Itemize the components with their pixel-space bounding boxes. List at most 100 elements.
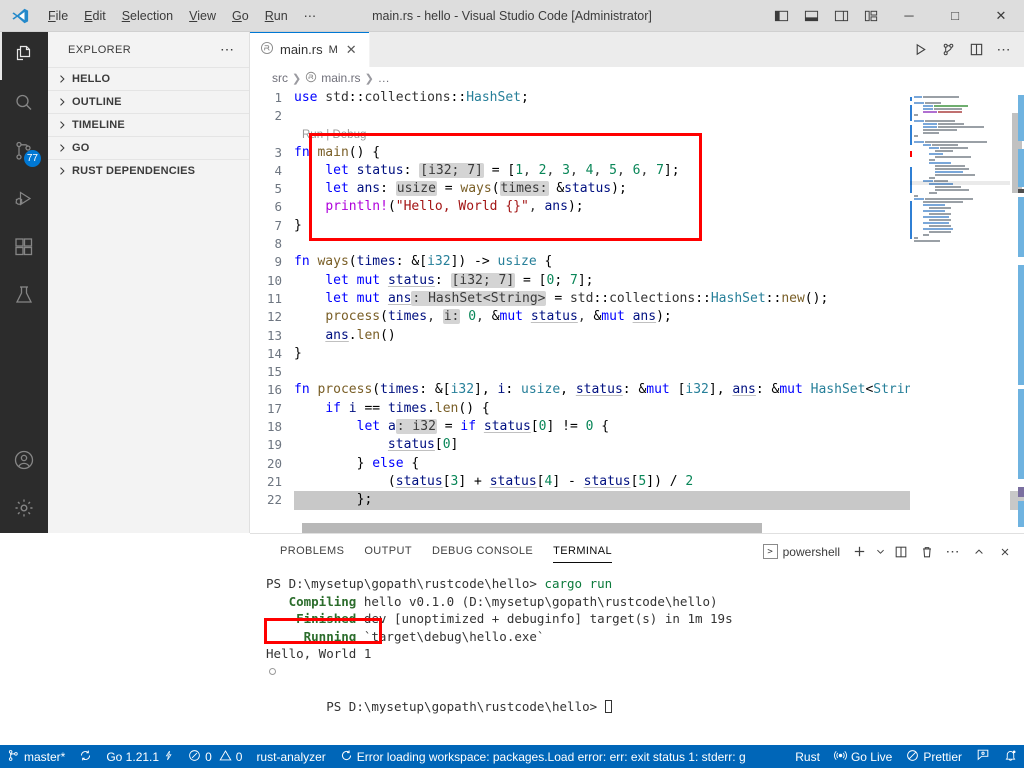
sidebar-item-outline[interactable]: OUTLINE: [48, 90, 249, 113]
play-icon[interactable]: [906, 32, 934, 67]
chevron-right-icon: [54, 94, 70, 110]
activity-item-source-control[interactable]: 77: [0, 128, 48, 176]
terminal-line: Running `target\debug\hello.exe`: [266, 628, 1024, 646]
tab-problems[interactable]: PROBLEMS: [270, 534, 354, 569]
sidebar-item-hello[interactable]: HELLO: [48, 67, 249, 90]
trash-icon[interactable]: [914, 534, 940, 569]
chevron-right-icon: [54, 71, 70, 87]
code-line: 2: [250, 107, 1024, 125]
status-rust-analyzer[interactable]: rust-analyzer: [249, 745, 332, 768]
line-number: 15: [266, 364, 282, 380]
status-workspace-error[interactable]: Error loading workspace: packages.Load e…: [333, 745, 753, 768]
activity-item-run-and-debug[interactable]: [0, 176, 48, 224]
sidebar-item-rust-dependencies[interactable]: RUST DEPENDENCIES: [48, 159, 249, 182]
window-minimize-button[interactable]: ─: [886, 0, 932, 32]
activity-item-explorer[interactable]: [0, 32, 48, 80]
terminal-line: PS D:\mysetup\gopath\rustcode\hello>: [266, 663, 1024, 714]
close-icon[interactable]: [992, 534, 1018, 569]
menu-view[interactable]: View: [181, 0, 224, 32]
code-editor[interactable]: 1 use std::collections::HashSet; 2 Run | …: [250, 89, 1024, 533]
breadcrumb-item-main-rs[interactable]: main.rs: [305, 71, 361, 86]
account-icon: [12, 448, 36, 475]
menu-selection[interactable]: Selection: [114, 0, 181, 32]
status-go-live[interactable]: Go Live: [827, 745, 899, 768]
terminal-cursor: [604, 699, 612, 713]
code-line: 5 let ans: usize = ways(times: &status);: [250, 180, 1024, 198]
menu-go[interactable]: Go: [224, 0, 257, 32]
title-bar-right: ─ □ ✕: [766, 0, 1024, 32]
tab-output[interactable]: OUTPUT: [354, 534, 422, 569]
toggle-secondary-sidebar-icon[interactable]: [826, 0, 856, 32]
overview-ruler: [1010, 89, 1024, 533]
ellipsis-icon[interactable]: ⋯: [990, 32, 1018, 67]
code-line: 18 let a: i32 = if status[0] != 0 {: [250, 418, 1024, 436]
status-go-version[interactable]: Go 1.21.1: [99, 745, 181, 768]
activity-item-extensions[interactable]: [0, 224, 48, 272]
menu-file[interactable]: File: [40, 0, 76, 32]
line-number: 18: [266, 419, 282, 435]
status-feedback[interactable]: [969, 745, 997, 768]
terminal-output-text: Hello, World 1: [266, 646, 372, 661]
status-problems[interactable]: 0 0: [181, 745, 249, 768]
terminal-selector[interactable]: > powershell: [759, 544, 846, 559]
debug-alt-icon[interactable]: [934, 32, 962, 67]
sidebar-item-go[interactable]: GO: [48, 136, 249, 159]
status-sync[interactable]: [72, 745, 99, 768]
code-line: 6 println!("Hello, World {}", ans);: [250, 198, 1024, 216]
activity-item-manage[interactable]: [0, 485, 48, 533]
minimap[interactable]: [910, 89, 1010, 533]
close-icon[interactable]: ✕: [344, 42, 359, 58]
split-icon[interactable]: [888, 534, 914, 569]
source-control-icon: [7, 749, 20, 765]
chevron-up-icon[interactable]: [966, 534, 992, 569]
line-number: 12: [266, 309, 282, 325]
sidebar-item-timeline[interactable]: TIMELINE: [48, 113, 249, 136]
activity-item-accounts[interactable]: [0, 437, 48, 485]
workbench: 77 EXPLORER ⋯ HELLO OUTLINE TIMELINE GO …: [0, 32, 1024, 533]
terminal-status-text: dev [unoptimized + debuginfo] target(s) …: [356, 611, 733, 626]
breadcrumb-item-src[interactable]: src: [272, 71, 288, 85]
sidebar-item-label: RUST DEPENDENCIES: [72, 165, 196, 177]
line-number: 9: [274, 254, 282, 270]
status-branch[interactable]: master*: [0, 745, 72, 768]
terminal-status-label: Compiling: [266, 593, 357, 609]
split-editor-icon[interactable]: [962, 32, 990, 67]
status-prettier[interactable]: Prettier: [899, 745, 969, 768]
tab-terminal[interactable]: TERMINAL: [543, 534, 622, 569]
sidebar-item-label: OUTLINE: [72, 96, 122, 108]
editor-horizontal-scrollbar[interactable]: [302, 523, 762, 533]
minimap-slider[interactable]: [910, 181, 1010, 185]
toggle-primary-sidebar-icon[interactable]: [766, 0, 796, 32]
terminal-status-label: Finished: [266, 611, 357, 626]
codelens-label[interactable]: Run | Debug: [250, 126, 366, 144]
window-maximize-button[interactable]: □: [932, 0, 978, 32]
activity-item-search[interactable]: [0, 80, 48, 128]
activity-item-testing[interactable]: [0, 272, 48, 320]
menu-edit[interactable]: Edit: [76, 0, 114, 32]
customize-layout-icon[interactable]: [856, 0, 886, 32]
status-notifications[interactable]: [997, 745, 1024, 768]
terminal-output[interactable]: PS D:\mysetup\gopath\rustcode\hello> car…: [250, 569, 1024, 745]
line-number: 14: [266, 345, 282, 361]
menu-run[interactable]: Run: [257, 0, 296, 32]
toggle-panel-icon[interactable]: [796, 0, 826, 32]
tab-main-rs[interactable]: main.rs M ✕: [250, 32, 370, 67]
menu-more[interactable]: ⋯: [296, 0, 325, 32]
code-line: 3 fn main() {: [250, 144, 1024, 162]
bottom-panel: PROBLEMS OUTPUT DEBUG CONSOLE TERMINAL >…: [250, 533, 1024, 745]
code-line: 17 if i == times.len() {: [250, 400, 1024, 418]
status-warning-count: 0: [235, 749, 243, 764]
chevron-down-icon[interactable]: [872, 534, 888, 569]
vscode-window: File Edit Selection View Go Run ⋯ main.r…: [0, 0, 1024, 768]
ellipsis-icon[interactable]: ⋯: [940, 534, 966, 569]
panel-tabs: PROBLEMS OUTPUT DEBUG CONSOLE TERMINAL >…: [250, 534, 1024, 569]
plus-icon[interactable]: [846, 534, 872, 569]
code-line: 11 let mut ans: HashSet<String> = std::c…: [250, 290, 1024, 308]
chevron-right-icon: [54, 117, 70, 133]
tab-debug-console[interactable]: DEBUG CONSOLE: [422, 534, 543, 569]
ellipsis-icon[interactable]: ⋯: [214, 41, 241, 58]
status-language-mode[interactable]: Rust: [788, 745, 827, 768]
codelens-run-debug[interactable]: Run | Debug: [250, 126, 1024, 144]
breadcrumb-item-more[interactable]: …: [378, 71, 390, 85]
window-close-button[interactable]: ✕: [978, 0, 1024, 32]
